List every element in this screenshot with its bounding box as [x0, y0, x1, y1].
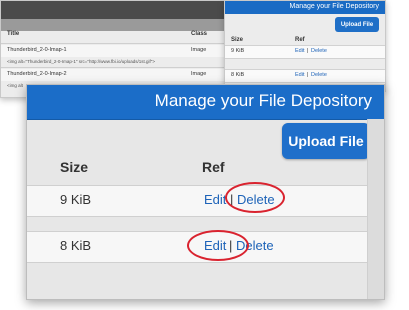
- row-size: 8 KiB: [231, 72, 245, 78]
- edit-link[interactable]: Edit: [295, 48, 304, 54]
- column-header-ref: Ref: [202, 159, 225, 175]
- table-row: [225, 45, 385, 59]
- highlight-circle: [225, 182, 285, 213]
- row-embed-code: <img alt: [7, 83, 23, 88]
- divider: [1, 43, 229, 44]
- row-size: 8 KiB: [60, 238, 92, 253]
- upload-file-button[interactable]: Upload File: [282, 123, 370, 159]
- delete-link[interactable]: Delete: [311, 48, 327, 54]
- divider: [1, 67, 229, 68]
- upload-file-button[interactable]: Upload File: [335, 17, 379, 32]
- page-title: Manage your File Depository: [154, 91, 372, 110]
- link-separator: |: [307, 48, 309, 54]
- row-embed-code: <img alt="Thunderbird_2-0-Imap-1" src="h…: [7, 59, 155, 64]
- page-title: Manage your File Depository: [289, 3, 380, 10]
- row-class: Image: [191, 47, 207, 53]
- header-band: [1, 1, 229, 19]
- row-size: 9 KiB: [231, 48, 245, 54]
- main-screenshot: Manage your File Depository Upload File …: [26, 84, 385, 300]
- column-header-size: Size: [231, 37, 244, 43]
- delete-link[interactable]: Delete: [311, 72, 327, 78]
- column-header-ref: Ref: [295, 37, 305, 43]
- table-row: [225, 69, 385, 83]
- column-header-class: Class: [191, 31, 208, 37]
- row-class: Image: [191, 71, 207, 77]
- link-separator: |: [307, 72, 309, 78]
- row-title[interactable]: Thunderbird_2-0-Imap-1: [7, 47, 67, 53]
- toolbar-strip: [1, 19, 229, 31]
- column-header-size: Size: [60, 159, 89, 175]
- row-size: 9 KiB: [60, 192, 92, 207]
- edit-link[interactable]: Edit: [204, 192, 226, 207]
- edit-link[interactable]: Edit: [295, 72, 304, 78]
- highlight-circle: [187, 230, 249, 261]
- column-header-title: Title: [7, 31, 20, 37]
- row-title[interactable]: Thunderbird_2-0-Imap-2: [7, 71, 67, 77]
- scrollbar-track[interactable]: [367, 119, 384, 299]
- background-screenshot-right: Manage your File Depository Upload File …: [224, 0, 386, 92]
